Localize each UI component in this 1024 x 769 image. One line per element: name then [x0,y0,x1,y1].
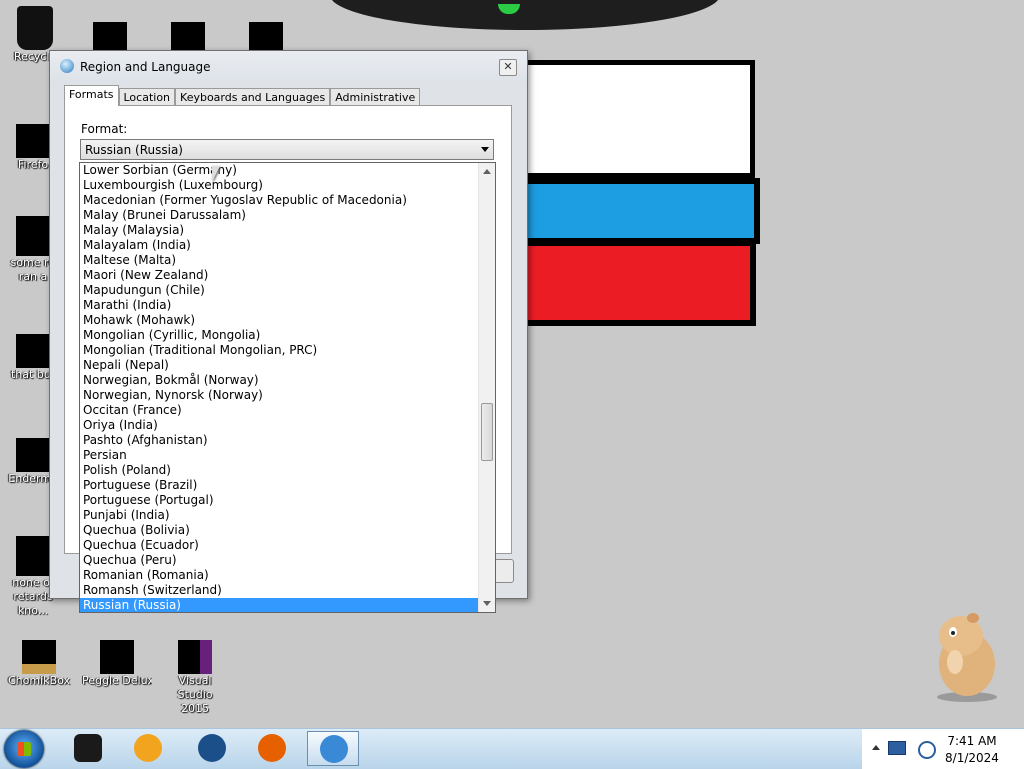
format-combobox[interactable]: Russian (Russia) [80,139,494,160]
dropdown-option[interactable]: Malay (Malaysia) [80,223,478,238]
windows-logo-icon [17,742,31,756]
system-tray: 7:41 AM 8/1/2024 [862,729,1024,769]
media-player-icon [134,734,162,762]
flag-blue-stripe [518,178,760,244]
green-light [498,4,520,14]
desktop-icon-chomikbox[interactable]: ChomikBox [4,640,74,688]
dropdown-option[interactable]: Quechua (Bolivia) [80,523,478,538]
clock-date[interactable]: 8/1/2024 [932,751,1012,765]
mouse-pointer-icon [212,166,220,182]
dropdown-option[interactable]: Occitan (France) [80,403,478,418]
dropdown-option[interactable]: Malay (Brunei Darussalam) [80,208,478,223]
dropdown-scrollbar[interactable] [478,163,495,612]
visual-studio-icon [178,640,212,674]
start-button[interactable] [4,730,44,768]
dropdown-option[interactable]: Punjabi (India) [80,508,478,523]
dropdown-option[interactable]: Norwegian, Nynorsk (Norway) [80,388,478,403]
dropdown-option[interactable]: Mohawk (Mohawk) [80,313,478,328]
dropdown-option[interactable]: Marathi (India) [80,298,478,313]
dropdown-option[interactable]: Russian (Russia) [80,598,478,612]
format-label: Format: [81,122,128,136]
dropdown-option[interactable]: Luxembourgish (Luxembourg) [80,178,478,193]
flag-red-stripe [518,240,756,326]
browser-icon [198,734,226,762]
media-player-taskbar-button[interactable] [122,731,174,766]
enderman-icon [16,438,50,472]
desktop-icon-label: Peggle Deluxe [82,674,152,687]
desktop-icon-visual-studio[interactable]: Visual Studio 2015 [160,640,230,716]
format-dropdown-list[interactable]: Lower Sorbian (Germany) Luxembourgish (Lu… [79,162,496,613]
region-language-taskbar-button[interactable] [307,731,359,766]
format-combobox-value: Russian (Russia) [85,143,183,157]
peggle-icon [100,640,134,674]
dropdown-option[interactable]: Pashto (Afghanistan) [80,433,478,448]
dropdown-option[interactable]: Polish (Poland) [80,463,478,478]
tab-location[interactable]: Location [118,88,176,106]
desktop-icon-label: Visual Studio 2015 [177,674,213,715]
dropdown-option[interactable]: Lower Sorbian (Germany) [80,163,478,178]
dialog-title: Region and Language [80,60,211,74]
tab-administrative[interactable]: Administrative [330,88,421,106]
hamster-mascot [937,613,997,702]
flag-white-stripe [520,60,755,178]
tab-formats[interactable]: Formats [64,85,119,106]
network-icon[interactable] [888,741,906,755]
dropdown-option[interactable]: Persian [80,448,478,463]
dropdown-option[interactable]: Quechua (Ecuador) [80,538,478,553]
dropdown-option[interactable]: Nepali (Nepal) [80,358,478,373]
folder-icon [16,216,50,256]
desktop-icon-peggle-deluxe[interactable]: Peggle Deluxe [82,640,152,688]
dropdown-option[interactable]: Malayalam (India) [80,238,478,253]
folder-icon [16,334,50,368]
firefox-icon [258,734,286,762]
desktop-top-artwork [330,0,720,30]
scrollbar-thumb[interactable] [481,403,493,461]
dropdown-option[interactable]: Portuguese (Portugal) [80,493,478,508]
tab-keyboards-languages[interactable]: Keyboards and Languages [175,88,331,106]
firefox-icon [16,124,50,158]
dropdown-option[interactable]: Mongolian (Traditional Mongolian, PRC) [80,343,478,358]
chomikbox-icon [22,640,56,674]
dropdown-option[interactable]: Mongolian (Cyrillic, Mongolia) [80,328,478,343]
dropdown-option[interactable]: Maori (New Zealand) [80,268,478,283]
dropdown-option[interactable]: Quechua (Peru) [80,553,478,568]
chevron-down-icon[interactable] [481,147,489,152]
scroll-down-arrow-icon[interactable] [483,601,491,606]
explorer-icon [74,734,102,762]
browser-taskbar-button[interactable] [186,731,238,766]
dropdown-option[interactable]: Norwegian, Bokmål (Norway) [80,373,478,388]
taskbar: 7:41 AM 8/1/2024 [0,728,1024,769]
firefox-taskbar-button[interactable] [246,731,298,766]
close-button[interactable]: ✕ [499,59,517,76]
dropdown-option[interactable]: Romanian (Romania) [80,568,478,583]
tab-strip: Formats Location Keyboards and Languages… [64,85,421,106]
dropdown-option[interactable]: Romansh (Switzerland) [80,583,478,598]
app-icon [16,536,50,576]
show-hidden-icons-icon[interactable] [872,745,880,750]
dropdown-option[interactable]: Macedonian (Former Yugoslav Republic of … [80,193,478,208]
globe-icon [60,59,74,73]
dropdown-option[interactable]: Portuguese (Brazil) [80,478,478,493]
dropdown-option[interactable]: Maltese (Malta) [80,253,478,268]
desktop-icon-label: ChomikBox [8,674,70,687]
region-language-icon [320,735,348,763]
dropdown-option[interactable]: Oriya (India) [80,418,478,433]
explorer-taskbar-button[interactable] [62,731,114,766]
dialog-titlebar[interactable]: Region and Language ✕ [50,51,527,83]
recycle-bin-icon [17,6,53,50]
clock-time[interactable]: 7:41 AM [932,734,1012,748]
scroll-up-arrow-icon[interactable] [483,169,491,174]
dropdown-option[interactable]: Mapudungun (Chile) [80,283,478,298]
